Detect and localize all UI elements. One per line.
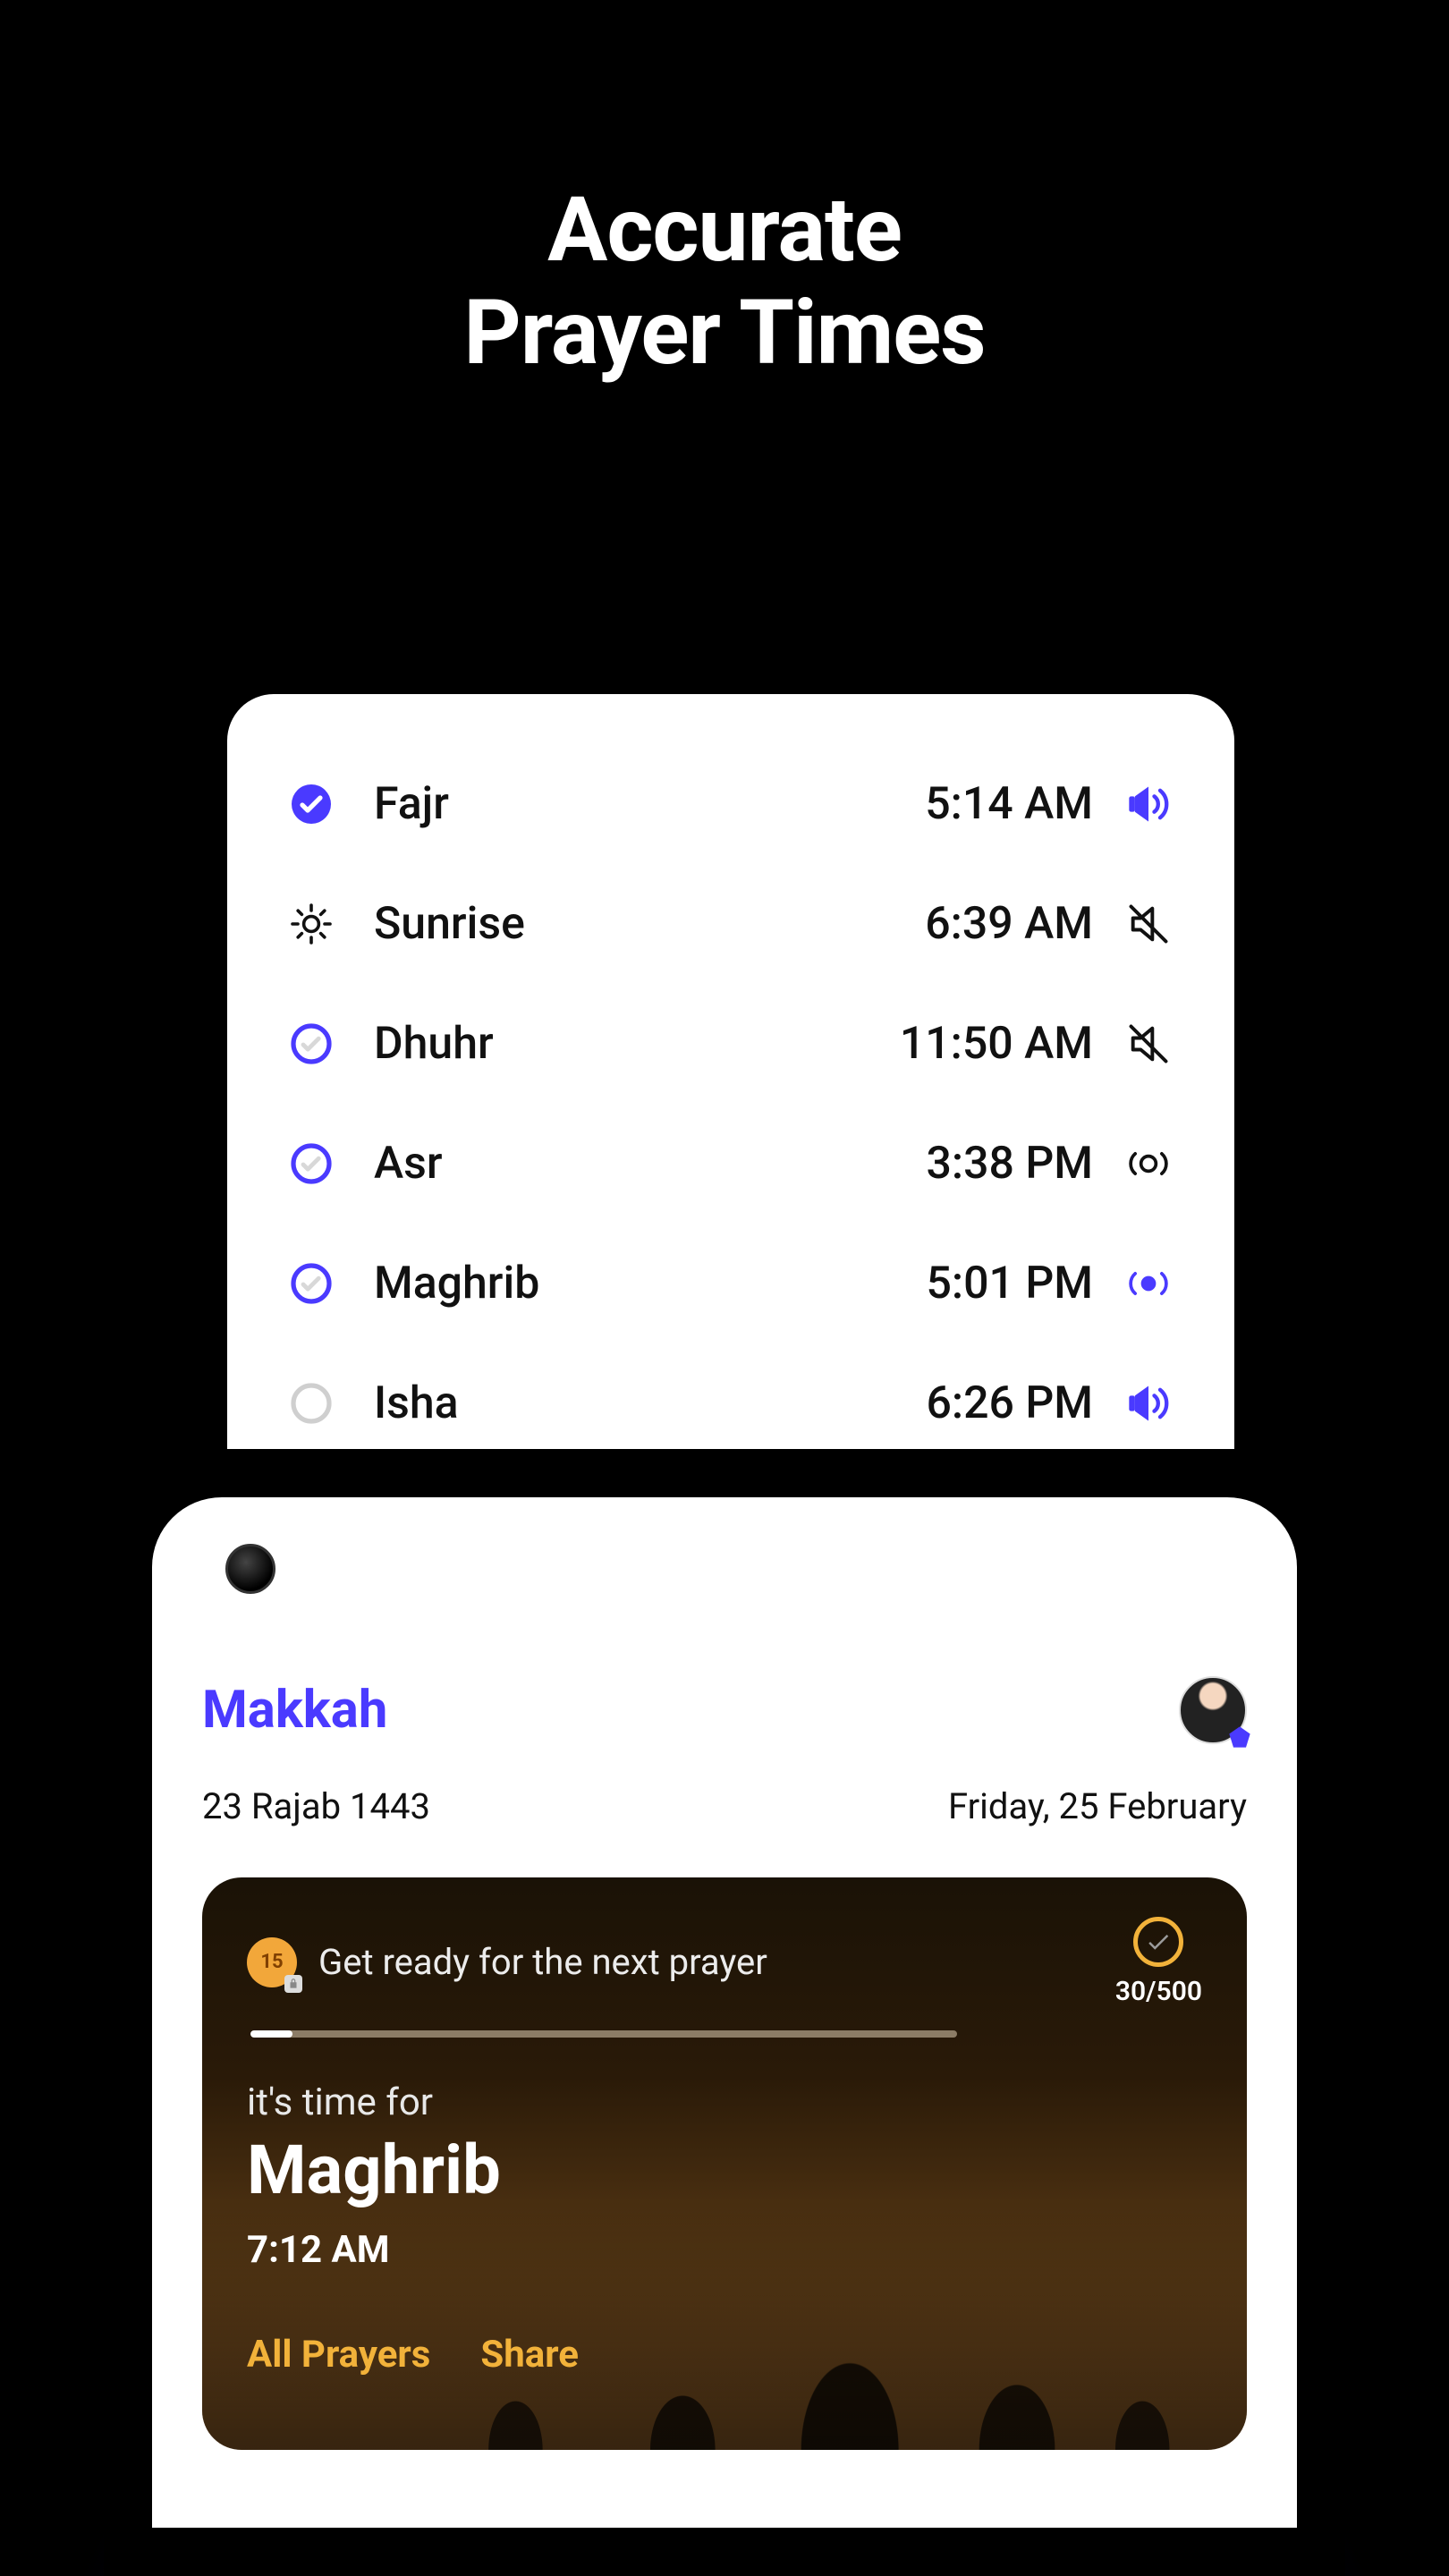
progress-bar	[250, 2030, 957, 2038]
speaker-on-icon[interactable]	[1125, 1380, 1172, 1427]
next-prayer-message: Get ready for the next prayer	[318, 1941, 767, 1983]
prayer-time: 3:38 PM	[878, 1138, 1093, 1190]
speaker-muted-icon[interactable]	[1125, 901, 1172, 947]
speaker-on-icon[interactable]	[1125, 781, 1172, 827]
camera-punch-hole	[225, 1544, 275, 1594]
vibrate-off-icon[interactable]	[1125, 1140, 1172, 1187]
headline-line2: Prayer Times	[0, 282, 1449, 385]
sun-icon[interactable]	[290, 902, 333, 945]
prayer-list-card: Fajr5:14 AM Sunrise6:39 AM Dhuhr11:50 AM…	[227, 694, 1234, 1522]
avatar[interactable]	[1179, 1676, 1247, 1744]
prayer-name: Sunrise	[374, 898, 878, 950]
share-button[interactable]: Share	[480, 2333, 579, 2377]
current-prayer-name: Maghrib	[247, 2130, 1202, 2210]
lock-icon	[284, 1975, 302, 1993]
check-outline-icon[interactable]	[290, 1022, 333, 1065]
phone-screen: Makkah 23 Rajab 1443 Friday, 25 February…	[152, 1497, 1297, 2528]
progress-check-icon	[1133, 1917, 1183, 1967]
premium-badge-icon	[1227, 1724, 1252, 1750]
phone-frame: Makkah 23 Rajab 1443 Friday, 25 February…	[104, 1449, 1345, 2576]
all-prayers-button[interactable]: All Prayers	[247, 2333, 430, 2377]
speaker-muted-icon[interactable]	[1125, 1021, 1172, 1067]
prayer-row[interactable]: Maghrib5:01 PM	[281, 1227, 1181, 1340]
check-outline-icon[interactable]	[290, 1142, 333, 1185]
prayer-time: 6:26 PM	[878, 1377, 1093, 1429]
prayer-name: Asr	[374, 1138, 878, 1190]
check-outline-icon[interactable]	[290, 1262, 333, 1305]
progress-label: 30/500	[1115, 1976, 1202, 2007]
prayer-name: Isha	[374, 1377, 878, 1429]
prayer-name: Dhuhr	[374, 1018, 878, 1070]
prayer-name: Fajr	[374, 778, 878, 830]
check-filled-icon[interactable]	[290, 783, 333, 826]
vibrate-on-icon[interactable]	[1125, 1260, 1172, 1307]
prayer-time: 11:50 AM	[878, 1018, 1093, 1070]
location-label[interactable]: Makkah	[202, 1680, 387, 1741]
prayer-name: Maghrib	[374, 1258, 878, 1309]
prayer-row[interactable]: Isha6:26 PM	[281, 1347, 1181, 1460]
prayer-row[interactable]: Dhuhr11:50 AM	[281, 987, 1181, 1100]
prayer-row[interactable]: Fajr5:14 AM	[281, 748, 1181, 860]
streak-badge: 15	[247, 1937, 297, 1987]
headline: Accurate Prayer Times	[0, 179, 1449, 385]
streak-count: 15	[260, 1951, 283, 1973]
its-time-for-label: it's time for	[247, 2080, 1202, 2124]
next-prayer-card[interactable]: 15 Get ready for the next prayer 30/500	[202, 1877, 1247, 2450]
prayer-row[interactable]: Asr3:38 PM	[281, 1107, 1181, 1220]
gregorian-date: Friday, 25 February	[948, 1785, 1247, 1827]
progress-fill	[250, 2030, 292, 2038]
prayer-time: 5:01 PM	[878, 1258, 1093, 1309]
hijri-date: 23 Rajab 1443	[202, 1785, 430, 1827]
prayer-time: 5:14 AM	[878, 778, 1093, 830]
circle-grey-icon[interactable]	[290, 1382, 333, 1425]
prayer-row[interactable]: Sunrise6:39 AM	[281, 868, 1181, 980]
current-prayer-time: 7:12 AM	[247, 2228, 1202, 2272]
prayer-time: 6:39 AM	[878, 898, 1093, 950]
headline-line1: Accurate	[0, 179, 1449, 282]
